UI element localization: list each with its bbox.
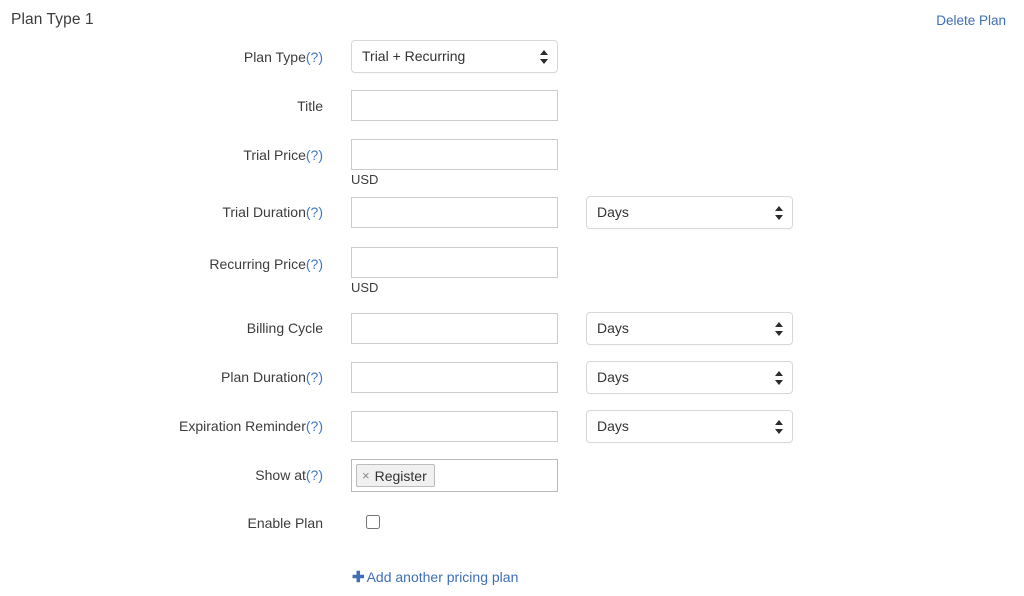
form-row-enable-plan: Enable Plan (0, 479, 1024, 531)
form-row-trial-price: Trial Price(?) USD (0, 136, 1024, 187)
page-title: Plan Type 1 (11, 11, 94, 28)
plan-type-select-value[interactable]: Trial + Recurring (351, 40, 558, 73)
page-header: Plan Type 1 Delete Plan (0, 0, 1024, 40)
field-trial-duration-unit: Days (586, 196, 793, 229)
label-trial-duration: Trial Duration(?) (0, 203, 323, 221)
field-trial-duration (351, 197, 558, 228)
field-title (351, 90, 558, 121)
form-row-billing-cycle: Billing Cycle Days (0, 283, 1024, 345)
form-row-expiration-reminder: Expiration Reminder(?) Days (0, 381, 1024, 443)
form-row-add-plan: ✚ Add another pricing plan (0, 562, 1024, 596)
title-input[interactable] (351, 90, 558, 121)
form-row-title: Title (0, 87, 1024, 136)
enable-plan-checkbox[interactable] (366, 515, 380, 529)
label-recurring-price: Recurring Price(?) (0, 255, 323, 273)
label-plan-type-text: Plan Type (243, 49, 306, 65)
trial-duration-unit-value[interactable]: Days (586, 196, 793, 229)
field-enable-plan (366, 515, 382, 532)
form-row-trial-duration: Trial Duration(?) Days (0, 185, 1024, 234)
delete-plan-link[interactable]: Delete Plan (936, 13, 1006, 28)
label-enable-plan: Enable Plan (247, 515, 323, 531)
help-icon-plan-type[interactable]: (?) (306, 49, 323, 65)
field-trial-price: USD (351, 139, 558, 187)
label-plan-type: Plan Type(?) (0, 48, 323, 66)
help-icon-trial-price[interactable]: (?) (306, 147, 323, 163)
pricing-plan-form: Plan Type(?) Trial + Recurring Title Tri… (0, 38, 1024, 596)
form-row-plan-type: Plan Type(?) Trial + Recurring (0, 38, 1024, 87)
recurring-price-input[interactable] (351, 247, 558, 278)
label-trial-price: Trial Price(?) (0, 146, 323, 164)
trial-price-input[interactable] (351, 139, 558, 170)
form-row-show-at: Show at(?) × Register (0, 430, 1024, 492)
field-plan-type: Trial + Recurring (351, 40, 558, 73)
label-trial-duration-text: Trial Duration (222, 204, 306, 220)
form-row-recurring-price: Recurring Price(?) USD (0, 234, 1024, 295)
plan-type-select[interactable]: Trial + Recurring (351, 40, 558, 73)
add-pricing-plan-label: Add another pricing plan (366, 569, 519, 585)
help-icon-recurring-price[interactable]: (?) (306, 256, 323, 272)
help-icon-trial-duration[interactable]: (?) (306, 204, 323, 220)
label-recurring-price-text: Recurring Price (209, 256, 306, 272)
trial-duration-unit-select[interactable]: Days (586, 196, 793, 229)
trial-duration-input[interactable] (351, 197, 558, 228)
add-pricing-plan-link[interactable]: ✚ Add another pricing plan (352, 568, 518, 586)
plus-icon: ✚ (352, 569, 365, 586)
label-trial-price-text: Trial Price (243, 147, 306, 163)
form-row-plan-duration: Plan Duration(?) Days (0, 332, 1024, 394)
label-title: Title (297, 98, 323, 114)
